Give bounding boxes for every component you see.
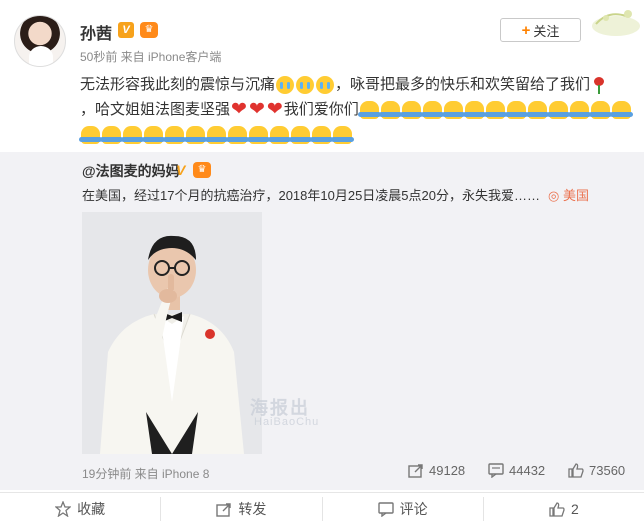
star-icon bbox=[55, 501, 72, 517]
hug-emoji-icon bbox=[184, 125, 207, 144]
avatar[interactable] bbox=[14, 15, 66, 67]
hug-emoji-icon bbox=[331, 125, 354, 144]
like-button[interactable]: 2 bbox=[484, 497, 644, 521]
like-count-value: 73560 bbox=[589, 463, 626, 478]
post-text-line1: 无法形容我此刻的震惊与沉痛 bbox=[80, 75, 276, 93]
like-count[interactable]: 73560 bbox=[568, 463, 625, 478]
repost-box[interactable]: @法图麦的妈妈 V ♛ 在美国，经过17个月的抗癌治疗，2018年10月25日凌… bbox=[0, 152, 644, 490]
comment-count[interactable]: 44432 bbox=[488, 463, 545, 478]
hug-emoji-icon bbox=[310, 125, 333, 144]
vip-crown-icon: ♛ bbox=[193, 162, 211, 178]
collect-button[interactable]: 收藏 bbox=[0, 497, 162, 521]
hug-emoji-icon bbox=[357, 100, 381, 119]
decoration-icon bbox=[592, 10, 640, 36]
hug-emoji-icon bbox=[289, 125, 312, 144]
repost-author[interactable]: @法图麦的妈妈 bbox=[82, 161, 180, 181]
comment-count-value: 44432 bbox=[509, 463, 546, 478]
post-text-line2a: ，哈文姐姐法图麦坚强 bbox=[80, 100, 231, 118]
crying-emoji-icon bbox=[296, 75, 315, 94]
hug-emoji-icon bbox=[588, 100, 612, 119]
comment-label: 评论 bbox=[399, 501, 428, 517]
share-icon bbox=[216, 502, 232, 517]
hug-emoji-icon bbox=[546, 100, 570, 119]
repost-photo[interactable] bbox=[82, 212, 262, 454]
share-icon bbox=[408, 464, 423, 478]
heart-emoji-icon: ❤ bbox=[266, 98, 283, 120]
repost-count-value: 49128 bbox=[429, 463, 466, 478]
action-bar: 收藏 转发 评论 2 bbox=[0, 495, 644, 523]
forward-label: 转发 bbox=[238, 501, 267, 517]
heart-emoji-icon: ❤ bbox=[248, 98, 265, 120]
hug-emoji-icon bbox=[441, 100, 465, 119]
hug-emoji-icon bbox=[462, 100, 486, 119]
weibo-post: 孙茜 V ♛ 50秒前 来自 iPhone客户端 + 关注 无法形容我此刻的震惊… bbox=[0, 0, 644, 523]
hug-emoji-icon bbox=[268, 125, 291, 144]
hug-emoji-icon bbox=[609, 100, 633, 119]
hug-emoji-icon bbox=[483, 100, 507, 119]
location-tag[interactable]: ◎ 美国 bbox=[548, 185, 589, 204]
divider bbox=[0, 492, 644, 493]
hug-emoji-icon bbox=[205, 125, 228, 144]
post-meta: 50秒前 来自 iPhone客户端 bbox=[80, 50, 222, 64]
post-text: 无法形容我此刻的震惊与沉痛 ，咏哥把最多的快乐和欢笑留给了我们 ，哈文姐姐法图麦… bbox=[79, 72, 635, 147]
hug-emoji-icon bbox=[121, 125, 144, 144]
follow-label: 关注 bbox=[533, 23, 560, 39]
hug-emoji-icon bbox=[420, 100, 444, 119]
repost-time: 19分钟前 来自 iPhone 8 bbox=[82, 467, 210, 481]
verified-badge: V bbox=[118, 22, 134, 38]
verified-badge: V bbox=[176, 162, 186, 178]
like-label: 2 bbox=[570, 501, 579, 517]
hug-emoji-icon bbox=[163, 125, 186, 144]
hug-emoji-icon bbox=[226, 125, 249, 144]
thumbs-up-icon bbox=[568, 463, 584, 478]
post-text-line1b: ，咏哥把最多的快乐和欢笑留给了我们 bbox=[335, 75, 591, 93]
comment-icon bbox=[488, 463, 504, 478]
thumbs-up-icon bbox=[549, 501, 565, 517]
hug-emoji-icon bbox=[399, 100, 423, 119]
post-text-line2b: 我们爱你们 bbox=[283, 100, 359, 118]
vip-crown-icon: ♛ bbox=[140, 22, 158, 38]
hug-emoji-icon bbox=[247, 125, 270, 144]
collect-label: 收藏 bbox=[77, 501, 106, 517]
comment-icon bbox=[377, 501, 394, 517]
hug-emoji-icon bbox=[567, 100, 591, 119]
hug-emoji-icon bbox=[378, 100, 402, 119]
location-pin-icon: ◎ bbox=[548, 188, 560, 203]
crying-emoji-icon bbox=[316, 75, 335, 94]
hug-emoji-icon bbox=[142, 125, 165, 144]
repost-text: 在美国，经过17个月的抗癌治疗，2018年10月25日凌晨5点20分，永失我爱…… bbox=[82, 188, 540, 203]
follow-button[interactable]: + 关注 bbox=[500, 18, 581, 42]
hug-emoji-icon bbox=[525, 100, 549, 119]
person-photo-illustration bbox=[82, 212, 262, 454]
plus-icon: + bbox=[521, 21, 531, 39]
crying-emoji-icon bbox=[276, 75, 295, 94]
repost-count[interactable]: 49128 bbox=[408, 463, 465, 478]
heart-emoji-icon: ❤ bbox=[231, 98, 247, 120]
location-label: 美国 bbox=[562, 188, 589, 203]
author-name[interactable]: 孙茜 bbox=[80, 20, 112, 44]
comment-button[interactable]: 评论 bbox=[323, 497, 484, 521]
rose-emoji-icon bbox=[591, 76, 607, 94]
watermark-sub: HaiBaoChu bbox=[254, 416, 320, 428]
hug-emoji-icon bbox=[504, 100, 528, 119]
forward-button[interactable]: 转发 bbox=[161, 497, 323, 521]
hug-emoji-icon bbox=[100, 125, 123, 144]
hug-emoji-icon bbox=[79, 125, 102, 144]
